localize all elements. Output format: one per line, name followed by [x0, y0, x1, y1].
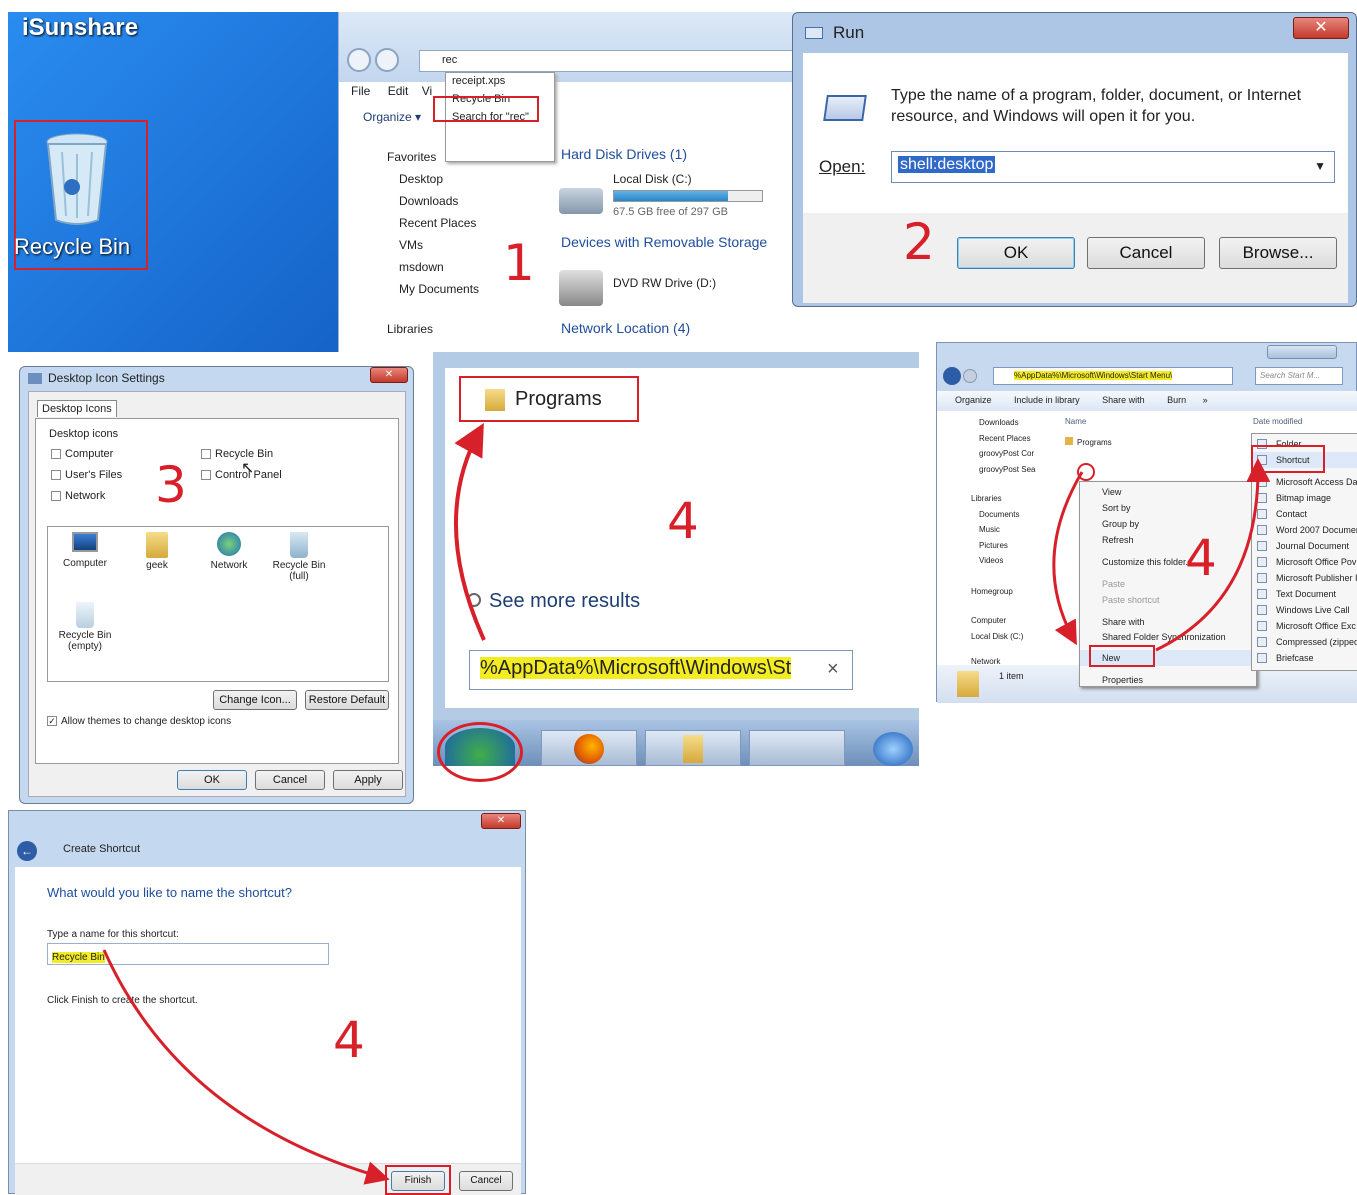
- arrow-name-to-finish: [102, 949, 390, 1185]
- annotation-arrows: [102, 423, 1271, 1185]
- arrow-new-to-shortcut: [1155, 458, 1271, 652]
- arrow-click-to-new: [1052, 471, 1084, 646]
- arrow-taskbar-to-programs: [454, 423, 486, 641]
